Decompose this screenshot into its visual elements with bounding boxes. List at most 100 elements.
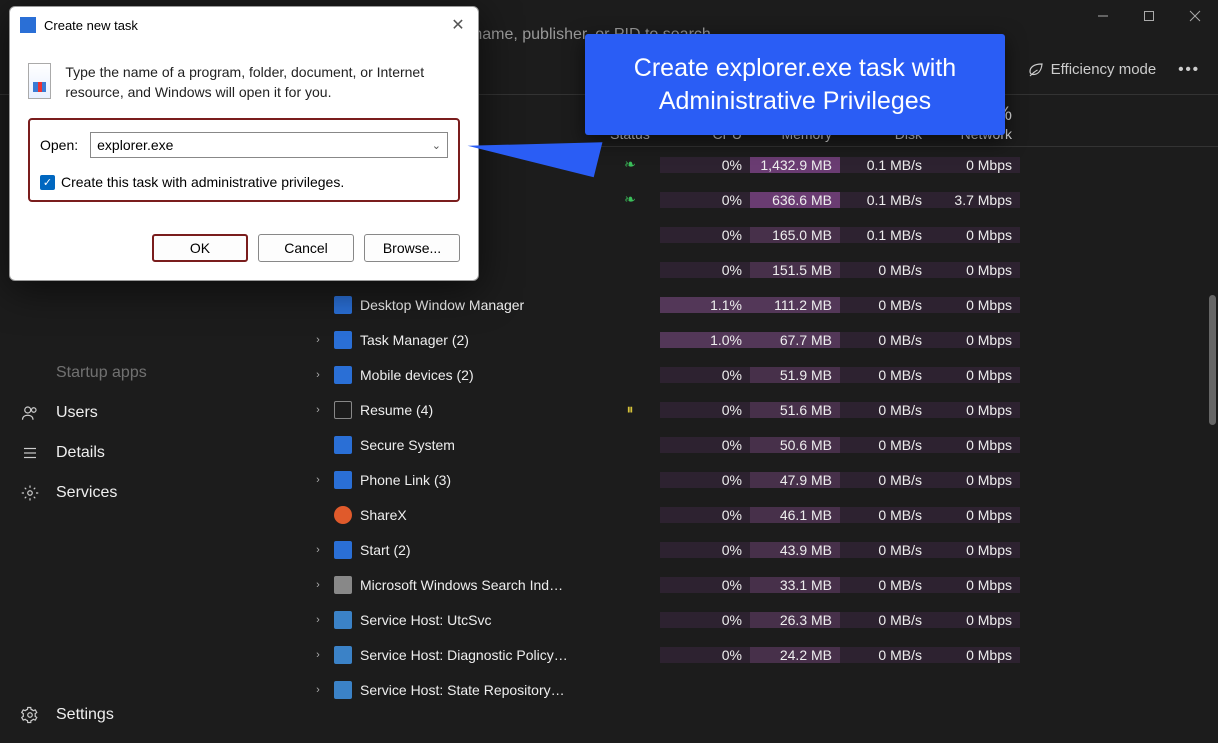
process-icon [334, 471, 352, 489]
create-task-dialog: Create new task ✕ Type the name of a pro… [9, 6, 479, 281]
disk-cell: 0 MB/s [840, 472, 930, 488]
status-cell: ❧ [600, 191, 660, 208]
expand-icon[interactable]: › [310, 649, 326, 661]
sidebar-item-details[interactable]: Details [0, 433, 300, 473]
expand-icon[interactable]: › [310, 474, 326, 486]
network-cell: 0 Mbps [930, 577, 1020, 593]
window-controls [1080, 0, 1218, 32]
network-cell: 0 Mbps [930, 542, 1020, 558]
chevron-down-icon: ⌄ [432, 139, 441, 152]
disk-cell: 0.1 MB/s [840, 227, 930, 243]
users-icon [20, 403, 40, 423]
open-row-highlight: Open: explorer.exe ⌄ ✓ Create this task … [28, 118, 460, 202]
process-name: Resume (4) [360, 402, 433, 418]
memory-cell: 151.5 MB [750, 262, 840, 278]
scrollbar[interactable] [1209, 295, 1216, 425]
sidebar-item-settings[interactable]: Settings [0, 695, 300, 735]
memory-cell: 46.1 MB [750, 507, 840, 523]
expand-icon[interactable]: › [310, 684, 326, 696]
process-icon [334, 611, 352, 629]
expand-icon[interactable]: › [310, 404, 326, 416]
memory-cell: 1,432.9 MB [750, 157, 840, 173]
network-cell: 0 Mbps [930, 472, 1020, 488]
memory-cell: 51.6 MB [750, 402, 840, 418]
ok-button[interactable]: OK [152, 234, 248, 262]
minimize-button[interactable] [1080, 0, 1126, 32]
process-name: ShareX [360, 507, 407, 523]
rocket-icon [20, 363, 40, 383]
process-icon [334, 401, 352, 419]
network-cell: 0 Mbps [930, 367, 1020, 383]
expand-icon[interactable]: › [310, 544, 326, 556]
efficiency-leaf-icon: ❧ [624, 191, 636, 207]
open-value: explorer.exe [97, 137, 173, 153]
table-row[interactable]: ›Mobile devices (2)0%51.9 MB0 MB/s0 Mbps [300, 357, 1218, 392]
process-icon [334, 366, 352, 384]
process-icon [334, 506, 352, 524]
process-icon [334, 541, 352, 559]
cpu-cell: 0% [660, 227, 750, 243]
memory-cell: 43.9 MB [750, 542, 840, 558]
network-cell: 0 Mbps [930, 157, 1020, 173]
open-combobox[interactable]: explorer.exe ⌄ [90, 132, 448, 158]
disk-cell: 0 MB/s [840, 367, 930, 383]
status-cell: ❧ [600, 156, 660, 173]
table-row[interactable]: ›Phone Link (3)0%47.9 MB0 MB/s0 Mbps [300, 462, 1218, 497]
cpu-cell: 0% [660, 647, 750, 663]
table-row[interactable]: ›Resume (4)⏸0%51.6 MB0 MB/s0 Mbps [300, 392, 1218, 427]
gear-icon [20, 483, 40, 503]
efficiency-mode-button[interactable]: Efficiency mode [1027, 61, 1157, 79]
cpu-cell: 0% [660, 402, 750, 418]
close-button[interactable] [1172, 0, 1218, 32]
table-row[interactable]: › Service Host: State Repository… [300, 672, 1218, 707]
table-row[interactable]: ›Task Manager (2)1.0%67.7 MB0 MB/s0 Mbps [300, 322, 1218, 357]
cpu-cell: 0% [660, 192, 750, 208]
table-row[interactable]: ShareX0%46.1 MB0 MB/s0 Mbps [300, 497, 1218, 532]
network-cell: 0 Mbps [930, 647, 1020, 663]
table-row[interactable]: ›Microsoft Windows Search Ind…0%33.1 MB0… [300, 567, 1218, 602]
table-row[interactable]: ›Service Host: UtcSvc0%26.3 MB0 MB/s0 Mb… [300, 602, 1218, 637]
network-cell: 0 Mbps [930, 297, 1020, 313]
memory-cell: 67.7 MB [750, 332, 840, 348]
table-row[interactable]: Secure System0%50.6 MB0 MB/s0 Mbps [300, 427, 1218, 462]
network-cell: 0 Mbps [930, 227, 1020, 243]
admin-privileges-checkbox[interactable]: ✓ [40, 175, 55, 190]
memory-cell: 51.9 MB [750, 367, 840, 383]
network-cell: 0 Mbps [930, 612, 1020, 628]
process-icon [334, 436, 352, 454]
cpu-cell: 0% [660, 437, 750, 453]
more-options-button[interactable]: ••• [1178, 61, 1200, 78]
sidebar-item-users[interactable]: Users [0, 393, 300, 433]
sidebar-item-startup-apps[interactable]: Startup apps [0, 353, 300, 393]
dialog-close-button[interactable]: ✕ [448, 15, 468, 35]
expand-icon[interactable]: › [310, 579, 326, 591]
network-cell: 0 Mbps [930, 402, 1020, 418]
dialog-titlebar: Create new task ✕ [10, 7, 478, 43]
network-cell: 0 Mbps [930, 437, 1020, 453]
disk-cell: 0.1 MB/s [840, 157, 930, 173]
expand-icon[interactable]: › [310, 614, 326, 626]
table-row[interactable]: ›Service Host: Diagnostic Policy…0%24.2 … [300, 637, 1218, 672]
maximize-button[interactable] [1126, 0, 1172, 32]
process-name: Service Host: State Repository… [360, 682, 565, 698]
process-icon [334, 576, 352, 594]
expand-icon[interactable]: › [310, 369, 326, 381]
cancel-button[interactable]: Cancel [258, 234, 354, 262]
dialog-title: Create new task [44, 18, 138, 33]
browse-button[interactable]: Browse... [364, 234, 460, 262]
process-name: Microsoft Windows Search Ind… [360, 577, 563, 593]
disk-cell: 0 MB/s [840, 402, 930, 418]
memory-cell: 47.9 MB [750, 472, 840, 488]
run-dialog-icon [28, 63, 51, 99]
sidebar-item-services[interactable]: Services [0, 473, 300, 513]
disk-cell: 0 MB/s [840, 577, 930, 593]
cpu-cell: 0% [660, 612, 750, 628]
network-cell: 0 Mbps [930, 262, 1020, 278]
expand-icon[interactable]: › [310, 334, 326, 346]
cpu-cell: 0% [660, 157, 750, 173]
cpu-cell: 0% [660, 507, 750, 523]
process-name: Start (2) [360, 542, 411, 558]
table-row[interactable]: ›Start (2)0%43.9 MB0 MB/s0 Mbps [300, 532, 1218, 567]
table-row[interactable]: Desktop Window Manager1.1%111.2 MB0 MB/s… [300, 287, 1218, 322]
process-icon [334, 681, 352, 699]
